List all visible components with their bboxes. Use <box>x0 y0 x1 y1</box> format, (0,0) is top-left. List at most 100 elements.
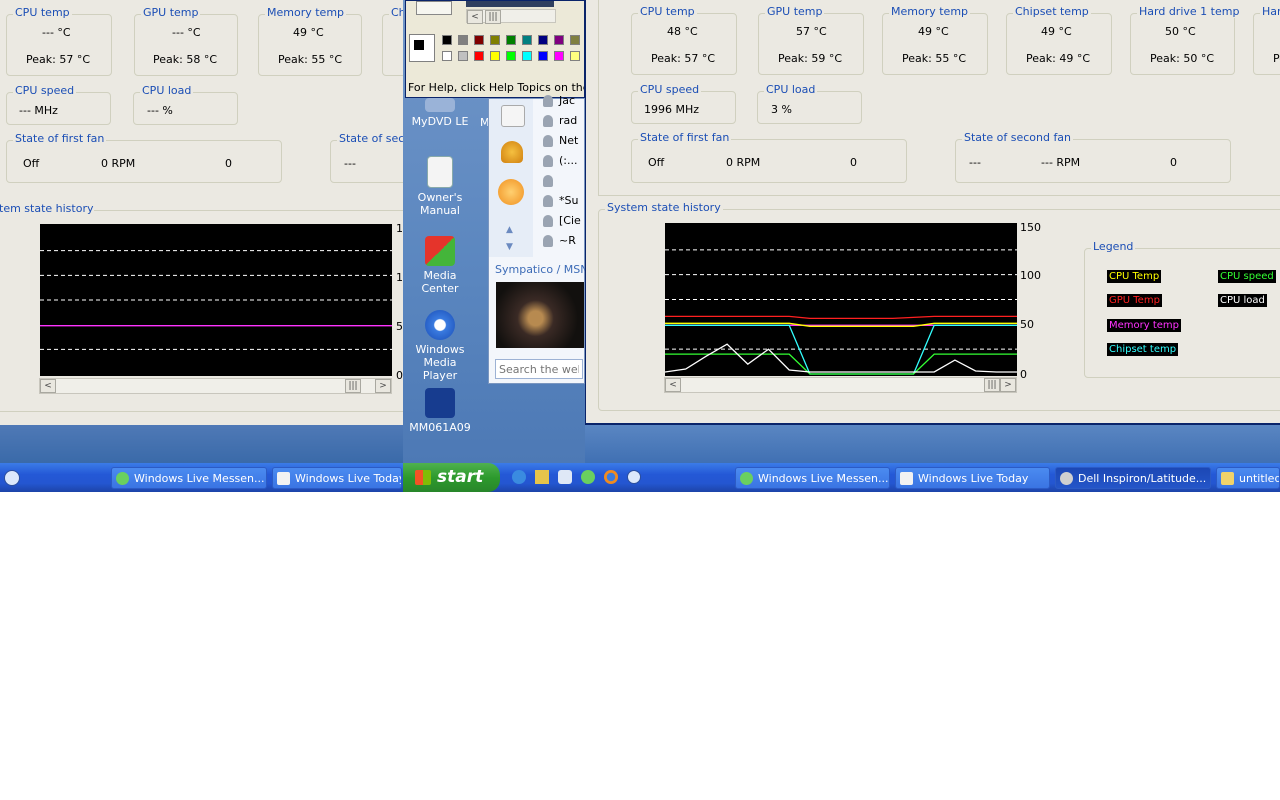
history-chart <box>40 224 392 376</box>
axis-label: 150 <box>1020 221 1041 234</box>
scroll-up-icon[interactable]: ▲ <box>506 225 513 235</box>
sensor-peak: Peak: 58 °C <box>153 53 217 66</box>
history-scrollbar[interactable]: < ||| > <box>664 377 1017 393</box>
taskbar-button[interactable]: Windows Live Today <box>895 467 1050 489</box>
scroll-thumb[interactable]: ||| <box>485 10 501 24</box>
scroll-left-button[interactable]: < <box>467 10 483 24</box>
start-button[interactable]: start <box>403 463 500 492</box>
firefox-icon[interactable] <box>604 470 618 484</box>
contact-item[interactable]: [Cie <box>543 214 583 232</box>
color-swatch[interactable] <box>522 35 532 45</box>
cpu-load-box: CPU load --- % <box>133 84 238 125</box>
ie-icon[interactable] <box>512 470 526 484</box>
taskbar-button[interactable]: Windows Live Today <box>272 467 402 489</box>
color-swatch[interactable] <box>570 51 580 61</box>
history-title: tem state history <box>0 202 94 215</box>
paint-hscroll[interactable]: < ||| <box>466 9 556 24</box>
taskbar-button[interactable]: untitled <box>1216 467 1280 489</box>
taskbar-button-label: Windows Live Today <box>918 472 1029 485</box>
scroll-right-button[interactable]: > <box>375 379 391 393</box>
media-control-icon[interactable] <box>4 470 20 486</box>
scroll-left-button[interactable]: < <box>40 379 56 393</box>
color-swatch[interactable] <box>554 51 564 61</box>
color-swatch[interactable] <box>538 51 548 61</box>
color-swatch[interactable] <box>458 35 468 45</box>
series-line-gpu-temp <box>665 315 1017 320</box>
contact-name: Net <box>559 134 579 147</box>
taskbar-button-label: Windows Live Today <box>295 472 402 485</box>
legend-item: Memory temp <box>1107 319 1182 332</box>
scroll-left-button[interactable]: < <box>665 378 681 392</box>
desktop-icon[interactable]: Owner's Manual <box>404 156 476 217</box>
taskbar-button-label: Windows Live Messen... <box>134 472 265 485</box>
color-swatch[interactable] <box>490 35 500 45</box>
messenger-icon[interactable] <box>581 470 595 484</box>
scroll-right-button[interactable]: > <box>1000 378 1016 392</box>
contact-item[interactable]: rad <box>543 114 583 132</box>
color-swatch[interactable] <box>474 35 484 45</box>
folder-icon[interactable] <box>535 470 549 484</box>
cpu-load-title: CPU load <box>140 84 194 97</box>
cpu-speed-value: 1996 MHz <box>644 103 700 116</box>
fan2-rpm: --- RPM <box>1041 156 1081 169</box>
color-swatch[interactable] <box>554 35 564 45</box>
sensor-value: 57 °C <box>796 25 827 38</box>
media-icon[interactable] <box>558 470 572 484</box>
mail-icon[interactable] <box>501 105 525 127</box>
contact-name: rad <box>559 114 578 127</box>
color-swatch[interactable] <box>442 51 452 61</box>
cpu-load-value: 3 % <box>771 103 792 116</box>
mydvd-icon <box>425 98 455 112</box>
sensor-box: GPU temp --- °C Peak: 58 °C <box>134 6 238 76</box>
axis-label: 50 <box>1020 318 1034 331</box>
paint-canvas-thumb <box>416 1 452 15</box>
scroll-thumb[interactable]: ||| <box>984 378 1000 392</box>
contact-item[interactable]: Net <box>543 134 583 152</box>
desktop-icon[interactable]: Media Center <box>404 236 476 295</box>
color-swatch[interactable] <box>538 35 548 45</box>
fan1-level: 0 <box>850 156 857 169</box>
desktop-icon-label: Media Center <box>421 269 459 295</box>
contact-item[interactable]: (:... <box>543 154 583 172</box>
taskbar-button[interactable]: Windows Live Messen... <box>111 467 267 489</box>
paint-window: < ||| For Help, click Help Topics on the… <box>405 0 585 98</box>
scroll-thumb[interactable]: ||| <box>345 379 361 393</box>
color-swatch[interactable] <box>570 35 580 45</box>
color-swatch[interactable] <box>506 51 516 61</box>
contact-item[interactable]: ~R <box>543 234 583 252</box>
taskbar-button[interactable]: Windows Live Messen... <box>735 467 890 489</box>
fan1-box: State of first fan Off 0 RPM 0 <box>631 131 907 183</box>
desktop-icon[interactable]: Windows Media Player <box>404 310 476 382</box>
paint-icon <box>1221 472 1234 485</box>
fan2-state: --- <box>344 157 356 170</box>
contact-item[interactable]: Jac <box>543 94 583 112</box>
emoticon-icon[interactable] <box>498 179 524 205</box>
bell-icon[interactable] <box>501 141 523 163</box>
series-line-cpu-speed <box>665 353 1017 375</box>
color-swatch[interactable] <box>490 51 500 61</box>
contact-status-icon <box>543 95 553 107</box>
history-scrollbar[interactable]: < ||| > <box>39 378 392 394</box>
taskbar-button-active[interactable]: Dell Inspiron/Latitude... <box>1055 467 1211 489</box>
fan2-title: State of second fan <box>962 131 1074 144</box>
taskbar-button-label: Windows Live Messen... <box>758 472 889 485</box>
search-input[interactable] <box>495 359 583 379</box>
contact-item[interactable] <box>543 174 583 192</box>
desktop-icon[interactable]: MyDVD LE <box>404 98 476 128</box>
messenger-icon <box>116 472 129 485</box>
sensor-box: Memory temp 49 °C Peak: 55 °C <box>258 6 362 76</box>
news-image[interactable] <box>496 282 584 348</box>
contact-item[interactable]: *Su <box>543 194 583 212</box>
color-swatch[interactable] <box>522 51 532 61</box>
history-chart <box>665 223 1017 376</box>
color-swatch[interactable] <box>442 35 452 45</box>
color-swatch[interactable] <box>506 35 516 45</box>
axis-label: 100 <box>1020 269 1041 282</box>
play-icon[interactable] <box>627 470 641 484</box>
scroll-down-icon[interactable]: ▼ <box>506 242 513 252</box>
color-swatch[interactable] <box>474 51 484 61</box>
messenger-icon <box>740 472 753 485</box>
color-swatch[interactable] <box>458 51 468 61</box>
desktop-icon[interactable]: MM061A09 <box>404 388 476 434</box>
series-line-cpu-load <box>665 343 1017 373</box>
